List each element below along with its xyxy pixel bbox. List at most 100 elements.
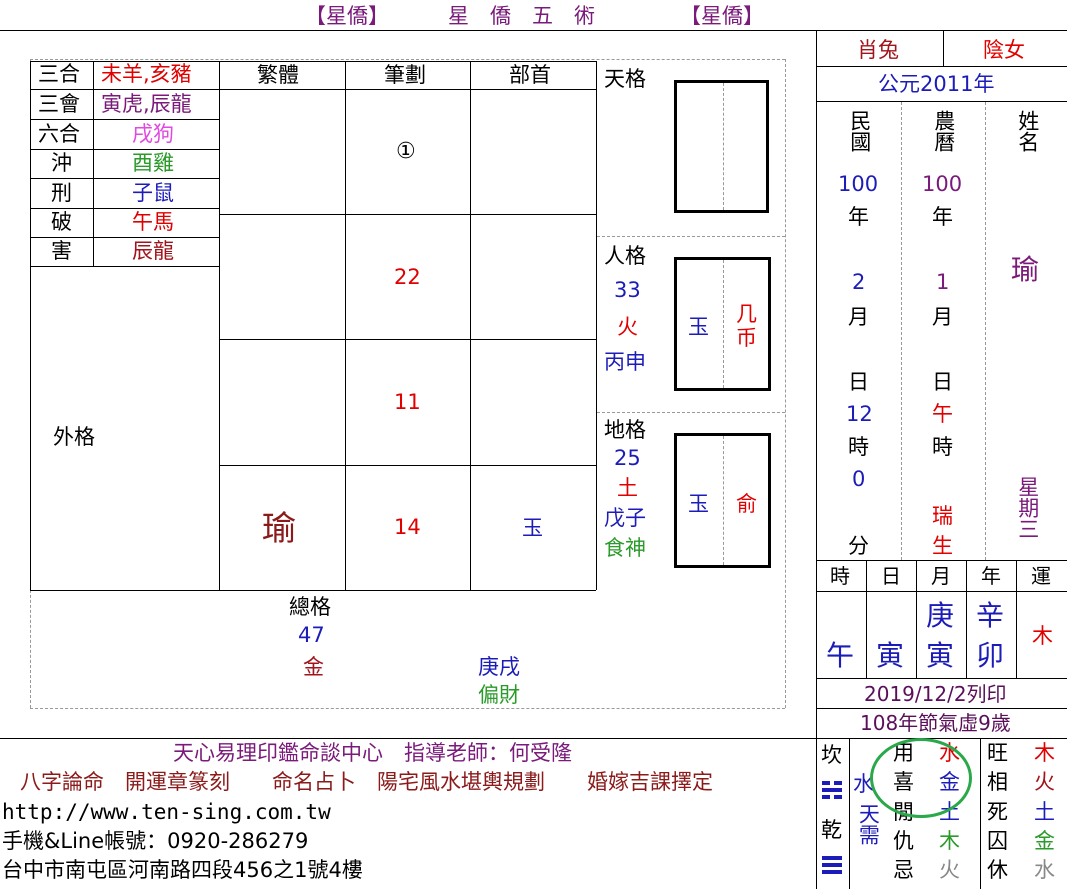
tiange-label: 天格: [604, 67, 646, 91]
dige-box-right: 俞: [736, 492, 757, 516]
footer-phone: 手機&Line帳號：0920-286279: [2, 829, 309, 853]
highlight-circle: [870, 738, 972, 818]
pillar-header-hour: 時: [830, 564, 850, 588]
nongli-ri: 日: [932, 370, 953, 394]
nongli-month: 1: [936, 270, 950, 294]
kan-trigram-icon: [822, 781, 842, 799]
wangxiang-element: 木: [1034, 741, 1055, 765]
gua-top: 坎: [821, 743, 842, 767]
dige-element: 土: [617, 476, 638, 500]
pillar-header-year: 年: [981, 564, 1001, 588]
renge-box-left: 玉: [688, 315, 709, 339]
yongshen-label: 忌: [893, 858, 914, 882]
rui-char: 瑞: [932, 504, 953, 528]
relation-value: 午馬: [132, 210, 174, 234]
pillar-year-stem: 辛: [976, 599, 1005, 632]
zongge-number: 47: [298, 623, 325, 647]
pillar-day-branch: 寅: [876, 639, 905, 672]
dige-number: 25: [614, 446, 641, 470]
footer-website-link[interactable]: http://www.ten-sing.com.tw: [2, 802, 331, 823]
zongge-element: 金: [303, 655, 324, 679]
wangxiang-label: 旺: [987, 741, 1008, 765]
stroke-cell-4: 14: [394, 515, 421, 539]
nongli-label: 農曆: [931, 110, 956, 152]
relation-label: 三合: [38, 62, 80, 86]
name-label: 姓名: [1015, 110, 1040, 152]
wangxiang-element: 水: [1034, 858, 1055, 882]
right-panel-border: [816, 30, 817, 889]
gua-bottom: 乾: [821, 818, 842, 842]
wangxiang-element: 火: [1034, 770, 1055, 794]
dige-shishen: 食神: [604, 536, 646, 560]
nongli-day: 午: [932, 402, 953, 426]
footer-services: 八字論命 開運章篆刻 命名占卜 陽宅風水堪輿規劃 婚嫁吉課擇定: [20, 770, 713, 794]
print-date: 2019/12/2列印: [864, 682, 1007, 706]
zongge-shishen: 偏財: [478, 683, 520, 707]
minguo-yue: 月: [848, 305, 869, 329]
minguo-shi: 時: [848, 435, 869, 459]
pillar-header-yun: 運: [1031, 564, 1051, 588]
header-fanti: 繁體: [257, 63, 299, 87]
relation-value: 戌狗: [132, 122, 174, 146]
relation-label: 破: [51, 210, 72, 234]
header-bihua: 筆劃: [384, 63, 426, 87]
pillar-month-stem: 庚: [926, 599, 955, 632]
minguo-day: 12: [846, 402, 873, 426]
pillar-year-branch: 卯: [976, 639, 1005, 672]
relation-value: 子鼠: [132, 181, 174, 205]
pillar-hour-branch: 午: [826, 639, 855, 672]
header-bushou: 部首: [509, 63, 551, 87]
stroke-cell-3: 11: [394, 390, 421, 414]
yongshen-element: 火: [939, 858, 960, 882]
minguo-year: 100: [838, 172, 879, 196]
profile-name-char: 瑜: [1011, 253, 1040, 286]
renge-number: 33: [614, 278, 641, 302]
minguo-ri: 日: [848, 370, 869, 394]
qian-trigram-icon: [822, 856, 842, 874]
nongli-year: 100: [922, 172, 963, 196]
yongshen-element: 木: [939, 829, 960, 853]
wangxiang-label: 相: [987, 770, 1008, 794]
age-line: 108年節氣虛9歲: [860, 711, 1011, 735]
minguo-nian: 年: [848, 205, 869, 229]
renge-element: 火: [617, 315, 638, 339]
header-tag-left: 【星僑】: [305, 4, 389, 28]
gua-tianxu: 天需: [856, 803, 881, 845]
nongli-nian: 年: [932, 205, 953, 229]
header-tag-right: 【星僑】: [680, 4, 764, 28]
gregorian-year: 公元2011年: [878, 72, 995, 96]
renge-box: 玉 几 币: [674, 257, 771, 391]
wangxiang-element: 土: [1034, 800, 1055, 824]
dige-box-left: 玉: [688, 492, 709, 516]
sheng-char: 生: [932, 534, 953, 558]
wangxiang-label: 死: [987, 800, 1008, 824]
pillar-month-branch: 寅: [926, 639, 955, 672]
pillar-header-day: 日: [881, 564, 901, 588]
wangxiang-element: 金: [1034, 829, 1055, 853]
relation-label: 害: [51, 239, 72, 263]
weekday: 星期三: [1015, 476, 1040, 539]
header-title: 星 僑 五 術: [448, 4, 595, 28]
relation-label: 沖: [51, 151, 72, 175]
footer-address: 台中市南屯區河南路四段456之1號4樓: [2, 858, 363, 882]
gender: 陰女: [983, 38, 1025, 62]
tiange-box: [674, 80, 769, 213]
zongge-ganzhi: 庚戌: [478, 655, 520, 679]
relation-value: 寅虎,辰龍: [101, 92, 192, 116]
stroke-cell-1: ①: [396, 139, 416, 164]
relation-value: 辰龍: [132, 239, 174, 263]
nongli-shi: 時: [932, 435, 953, 459]
renge-ganzhi: 丙申: [604, 350, 646, 374]
nongli-yue: 月: [932, 305, 953, 329]
renge-box-right: 几 币: [736, 302, 757, 351]
zodiac: 肖兔: [857, 38, 899, 62]
zongge-label: 總格: [289, 595, 331, 619]
stroke-cell-2: 22: [394, 265, 421, 289]
name-char-cell: 瑜: [262, 509, 296, 549]
minguo-fen: 分: [848, 534, 869, 558]
dige-label: 地格: [604, 418, 646, 442]
header-divider: [0, 30, 1067, 31]
pillar-yun: 木: [1032, 624, 1053, 648]
yongshen-label: 仇: [893, 829, 914, 853]
relation-value: 未羊,亥豬: [101, 62, 192, 86]
